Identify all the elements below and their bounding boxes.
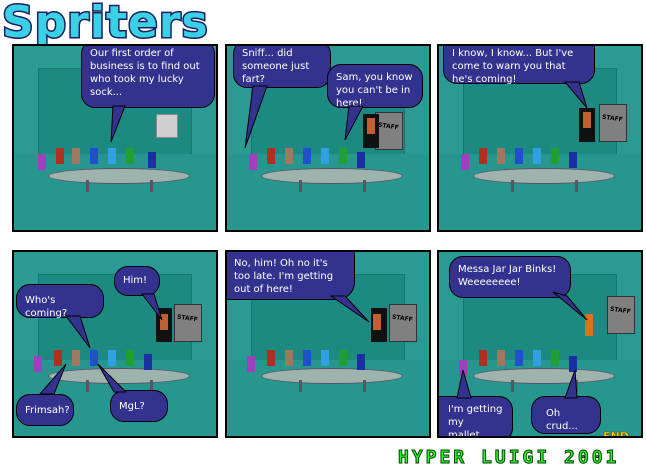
- author-credit: HYPER LUIGI 2001: [397, 447, 620, 469]
- character-sonic: [569, 152, 577, 168]
- speech-bubble: Sam, you know you can't be in here!: [327, 64, 423, 109]
- panel-5: STAFF No, him! Oh no it's too late. I'm …: [225, 250, 431, 438]
- character-red: [56, 148, 64, 164]
- bubble-tail: [140, 293, 163, 321]
- character-tan: [285, 350, 293, 366]
- character-tan: [497, 148, 505, 164]
- bubble-tail: [38, 363, 67, 395]
- character-blue: [90, 350, 98, 366]
- bubble-tail: [65, 315, 91, 349]
- character-red: [479, 350, 487, 366]
- character-sonic: [357, 354, 365, 370]
- end-label: END: [603, 430, 629, 438]
- bubble-tail: [564, 369, 578, 399]
- character-tan: [72, 148, 80, 164]
- speech-bubble: Our first order of business is to find o…: [81, 46, 215, 108]
- comic-title: Spriters: [1, 0, 210, 48]
- bubble-tail: [344, 105, 364, 141]
- speech-bubble: Oh crud...: [531, 396, 601, 434]
- character-blue: [303, 350, 311, 366]
- bubble-tail: [329, 295, 370, 323]
- character-luigi: [126, 148, 134, 164]
- bubble-tail: [563, 81, 588, 109]
- character-sonic: [357, 152, 365, 168]
- character-lightblue: [321, 350, 329, 366]
- character-luigi: [551, 148, 559, 164]
- character-luigi: [339, 148, 347, 164]
- panel-6: STAFF Messa Jar Jar Binks! Weeeeeeee! I'…: [437, 250, 643, 438]
- character-red: [479, 148, 487, 164]
- character-red: [267, 350, 275, 366]
- bubble-tail: [552, 291, 588, 321]
- character-blue: [303, 148, 311, 164]
- speech-bubble: I'm getting my mallet...: [439, 396, 513, 436]
- character-sonic: [148, 152, 156, 168]
- character-lightblue: [533, 350, 541, 366]
- character-blue: [90, 148, 98, 164]
- character-blue: [515, 148, 523, 164]
- character-lightblue: [533, 148, 541, 164]
- character-lightblue: [108, 148, 116, 164]
- bubble-tail: [244, 85, 268, 149]
- character-sam: [583, 112, 591, 128]
- bubble-tail: [97, 363, 128, 393]
- bubble-tail: [456, 369, 472, 399]
- character-luigi: [339, 350, 347, 366]
- staff-door: STAFF: [599, 104, 627, 142]
- bubble-tail: [110, 105, 126, 143]
- character-sonic: [144, 354, 152, 370]
- panel-4: STAFF Who's coming? Him! Frimsah? MgL?: [12, 250, 218, 438]
- speech-bubble: Who's coming?: [16, 284, 104, 319]
- speech-bubble: MgL?: [110, 390, 168, 422]
- speech-bubble: Sniff... did someone just fart?: [233, 46, 331, 88]
- speech-bubble: Frimsah?: [16, 394, 74, 426]
- panel-2: STAFF Sniff... did someone just fart? Sa…: [225, 44, 431, 232]
- character-red: [267, 148, 275, 164]
- conference-table: [473, 168, 615, 184]
- conference-table: [48, 168, 190, 184]
- character-blue: [515, 350, 523, 366]
- staff-door: STAFF: [389, 304, 417, 342]
- staff-door: STAFF: [607, 296, 635, 334]
- character-purple: [249, 154, 257, 170]
- character-purple: [38, 154, 46, 170]
- character-purple: [247, 356, 255, 372]
- conference-table: [261, 168, 403, 184]
- conference-table: [473, 368, 615, 384]
- speech-bubble: No, him! Oh no it's too late. I'm gettin…: [227, 252, 355, 300]
- character-luigi: [551, 350, 559, 366]
- speech-bubble: Him!: [114, 266, 160, 296]
- character-tan: [72, 350, 80, 366]
- staff-door: STAFF: [174, 304, 202, 342]
- panel-1: Our first order of business is to find o…: [12, 44, 218, 232]
- character-lightblue: [321, 148, 329, 164]
- window-panel: [156, 114, 178, 138]
- panel-3: STAFF I know, I know... But I've come to…: [437, 44, 643, 232]
- character-tan: [497, 350, 505, 366]
- conference-table: [261, 368, 403, 384]
- character-tan: [285, 148, 293, 164]
- staff-door: STAFF: [375, 112, 403, 150]
- speech-bubble: I know, I know... But I've come to warn …: [443, 46, 595, 85]
- character-purple: [461, 154, 469, 170]
- character-sam: [373, 314, 381, 330]
